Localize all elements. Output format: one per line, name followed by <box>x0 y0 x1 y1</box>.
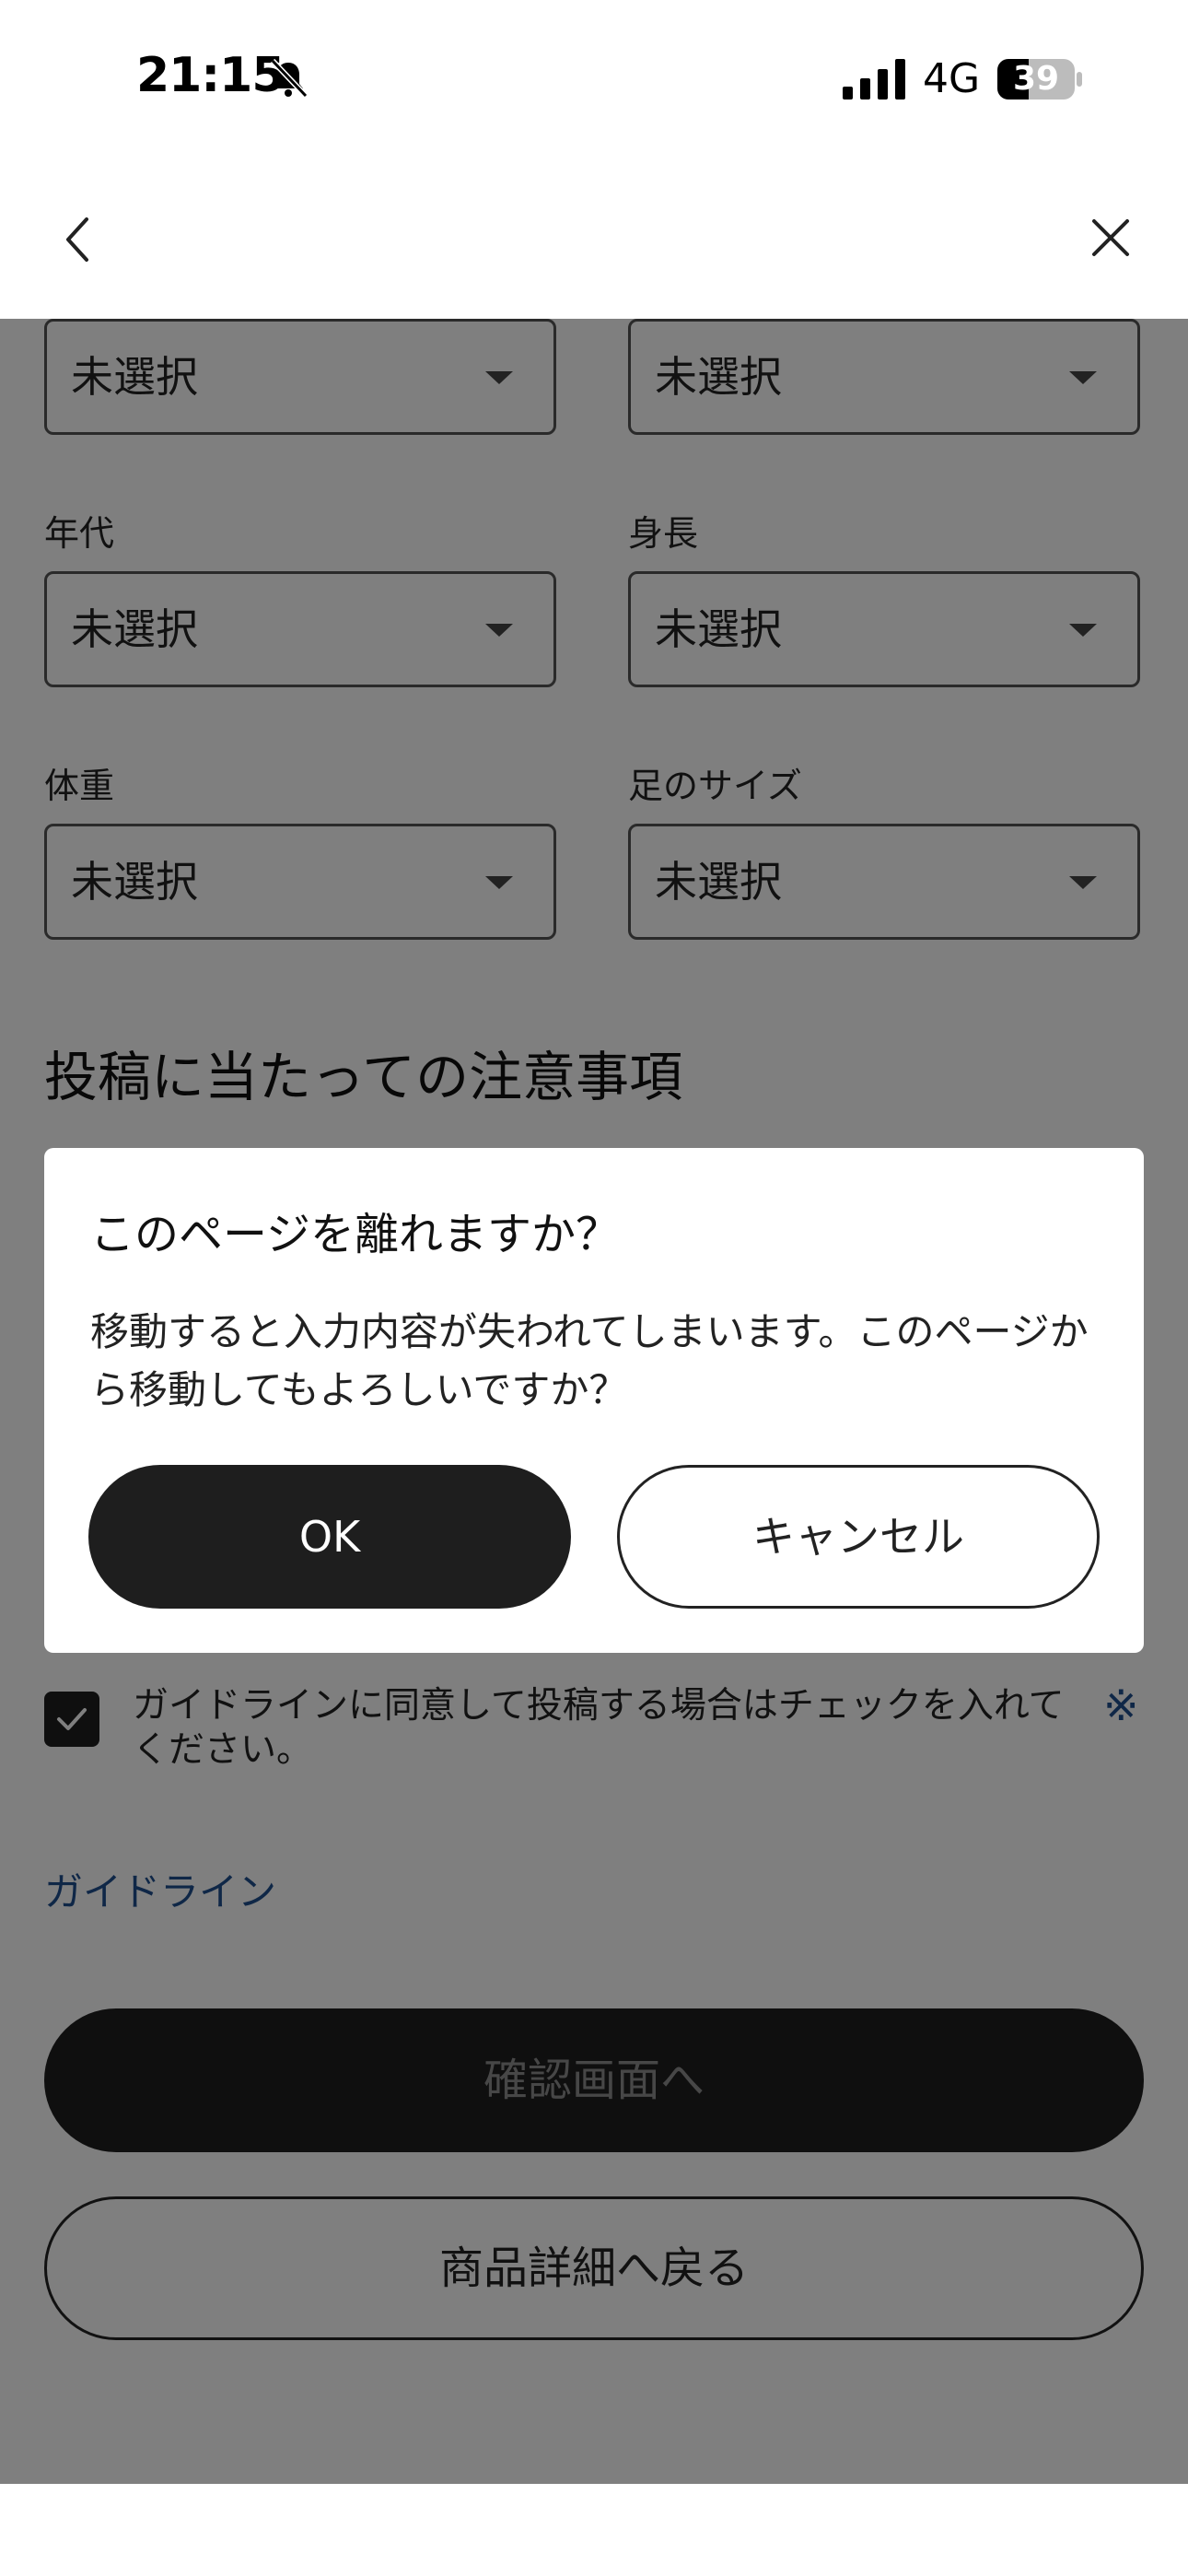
cancel-button[interactable]: キャンセル <box>617 1465 1100 1609</box>
status-time: 21:15 <box>136 48 285 103</box>
ok-button[interactable]: OK <box>88 1465 571 1609</box>
home-indicator-area <box>0 2484 1188 2576</box>
chevron-left-icon[interactable] <box>52 212 107 267</box>
signal-icon <box>843 59 905 100</box>
close-icon[interactable] <box>1085 212 1136 263</box>
leave-page-dialog: このページを離れますか？ 移動すると入力内容が失われてしまいます。このページから… <box>44 1148 1144 1653</box>
battery-level: 39 <box>1012 60 1060 98</box>
nav-bar <box>0 166 1188 319</box>
network-type: 4G <box>923 55 981 102</box>
bell-slash-icon <box>270 58 309 99</box>
dialog-message: 移動すると入力内容が失われてしまいます。このページから移動してもよろしいですか？ <box>90 1309 1089 1412</box>
status-bar: 21:15 4G 39 <box>0 0 1188 166</box>
dialog-title: このページを離れますか？ <box>90 1209 621 1260</box>
